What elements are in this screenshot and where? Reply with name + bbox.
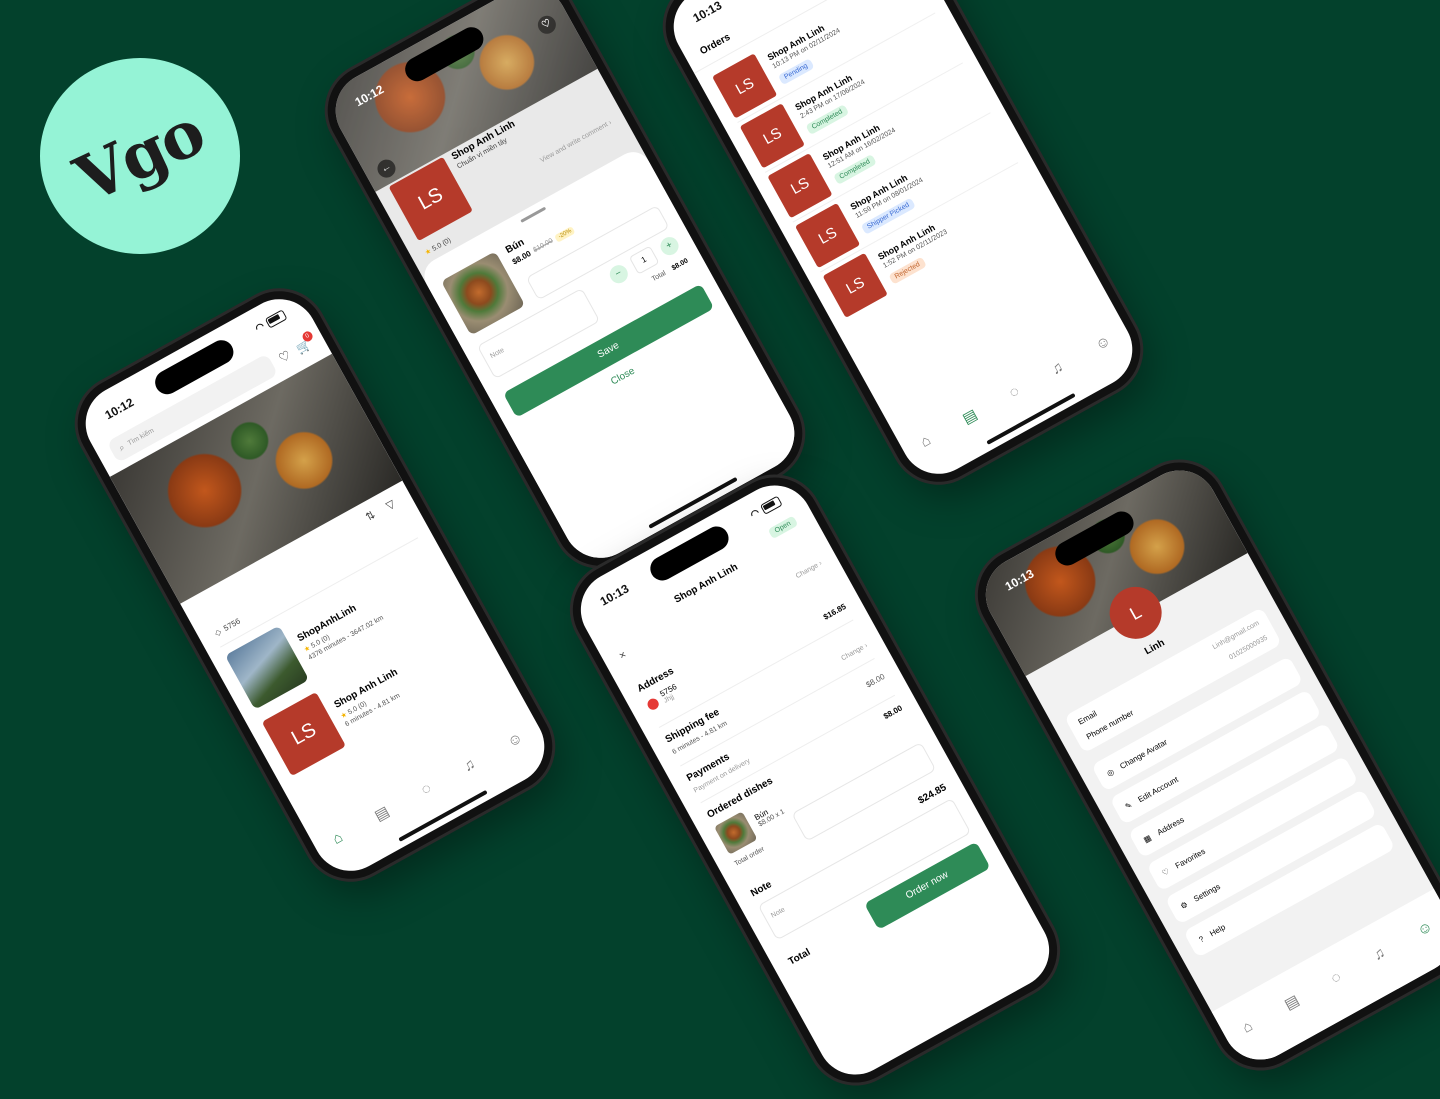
filter-icon[interactable]: ▽ <box>384 497 397 513</box>
home-icon[interactable]: ⌂ <box>917 431 933 450</box>
map-icon: ▦ <box>1141 832 1153 845</box>
ordered-value: $8.00 <box>864 671 887 690</box>
change-label: Change <box>840 644 866 663</box>
battery-icon <box>264 309 288 329</box>
status-time: 10:13 <box>1002 566 1037 594</box>
order-list: LS Shop Anh Linh 10:13 PM on 02/11/2024 Pe… <box>710 0 1045 321</box>
bell-icon[interactable]: ♫ <box>460 755 478 775</box>
cart-count-badge: 0 <box>300 329 315 344</box>
total-value: $8.00 <box>670 257 690 273</box>
comment-link[interactable]: View and write comment › <box>539 119 613 164</box>
cart-button[interactable]: 🛒 0 <box>294 329 315 356</box>
edit-icon: ✎ <box>1123 799 1134 811</box>
orders-icon[interactable]: ▤ <box>959 405 981 428</box>
total-label: Total <box>650 269 668 284</box>
pin-icon: ⬤ <box>644 695 662 712</box>
menu-label: Edit Account <box>1136 774 1180 804</box>
chevron-right-icon: › <box>607 119 613 127</box>
dish-image <box>440 251 526 336</box>
battery-icon <box>759 495 783 515</box>
status-time: 10:12 <box>352 82 387 110</box>
help-icon: ? <box>1197 933 1206 944</box>
comment-link-label: View and write comment <box>539 121 610 165</box>
orders-icon[interactable]: ▤ <box>1281 991 1303 1014</box>
wifi-icon: ◠ <box>253 320 267 335</box>
chat-icon[interactable]: ◌ <box>1328 968 1344 987</box>
note-label: Note <box>748 879 774 900</box>
bell-icon[interactable]: ♫ <box>1370 943 1388 963</box>
note-placeholder: Note <box>770 906 787 920</box>
heart-icon[interactable]: ♡ <box>276 347 294 367</box>
search-icon: ⌕ <box>116 441 127 453</box>
shipping-value: $16.85 <box>821 601 848 622</box>
decrease-qty-button[interactable]: − <box>606 261 632 287</box>
profile-icon[interactable]: ☺ <box>1092 331 1114 353</box>
menu-label: Help <box>1207 922 1227 938</box>
camera-icon: ◎ <box>1104 766 1116 778</box>
menu-label: Favorites <box>1173 846 1207 871</box>
change-shipping-link[interactable]: Change › <box>840 642 869 662</box>
home-icon[interactable]: ⌂ <box>329 828 345 847</box>
chat-icon[interactable]: ◌ <box>418 779 434 798</box>
status-time: 10:12 <box>102 395 137 423</box>
status-time: 10:13 <box>690 0 725 26</box>
location-text: 5756 <box>221 616 242 634</box>
wifi-icon: ◠ <box>748 507 762 522</box>
bottom-nav: ⌂ ▤ ◌ ♫ ☺ <box>890 303 1146 487</box>
orders-icon[interactable]: ▤ <box>371 802 393 825</box>
dish-image <box>714 811 758 855</box>
shop-avatar: LS <box>261 691 347 777</box>
qty-value: 1 <box>628 245 660 275</box>
ordered-sum: $8.00 <box>881 703 904 722</box>
note-placeholder: Note <box>489 346 506 361</box>
bell-icon[interactable]: ♫ <box>1048 358 1066 378</box>
chat-icon[interactable]: ◌ <box>1006 382 1022 401</box>
sheet-handle <box>520 206 547 223</box>
home-icon[interactable]: ⌂ <box>1239 1017 1255 1036</box>
logo-text: Vgo <box>64 94 216 218</box>
profile-icon[interactable]: ☺ <box>504 728 526 750</box>
location-icon: ◇ <box>213 627 223 638</box>
heart-icon: ♡ <box>1160 866 1171 878</box>
total-label: Total <box>786 946 813 968</box>
status-time: 10:13 <box>597 581 632 609</box>
search-placeholder: Tìm kiếm <box>126 426 156 447</box>
change-address-link[interactable]: Change › <box>795 560 824 580</box>
menu-label: Settings <box>1191 881 1222 904</box>
sort-icon[interactable]: ⇅ <box>363 508 378 524</box>
increase-qty-button[interactable]: + <box>657 233 682 259</box>
menu-label: Change Avatar <box>1118 737 1169 771</box>
change-label: Change <box>794 562 820 581</box>
vgo-logo: Vgo <box>40 58 240 254</box>
profile-icon[interactable]: ☺ <box>1414 917 1436 939</box>
email-label: Email <box>1076 709 1099 727</box>
menu-label: Address <box>1155 814 1186 837</box>
close-icon[interactable]: × <box>617 649 628 663</box>
gear-icon: ⚙ <box>1178 899 1190 911</box>
